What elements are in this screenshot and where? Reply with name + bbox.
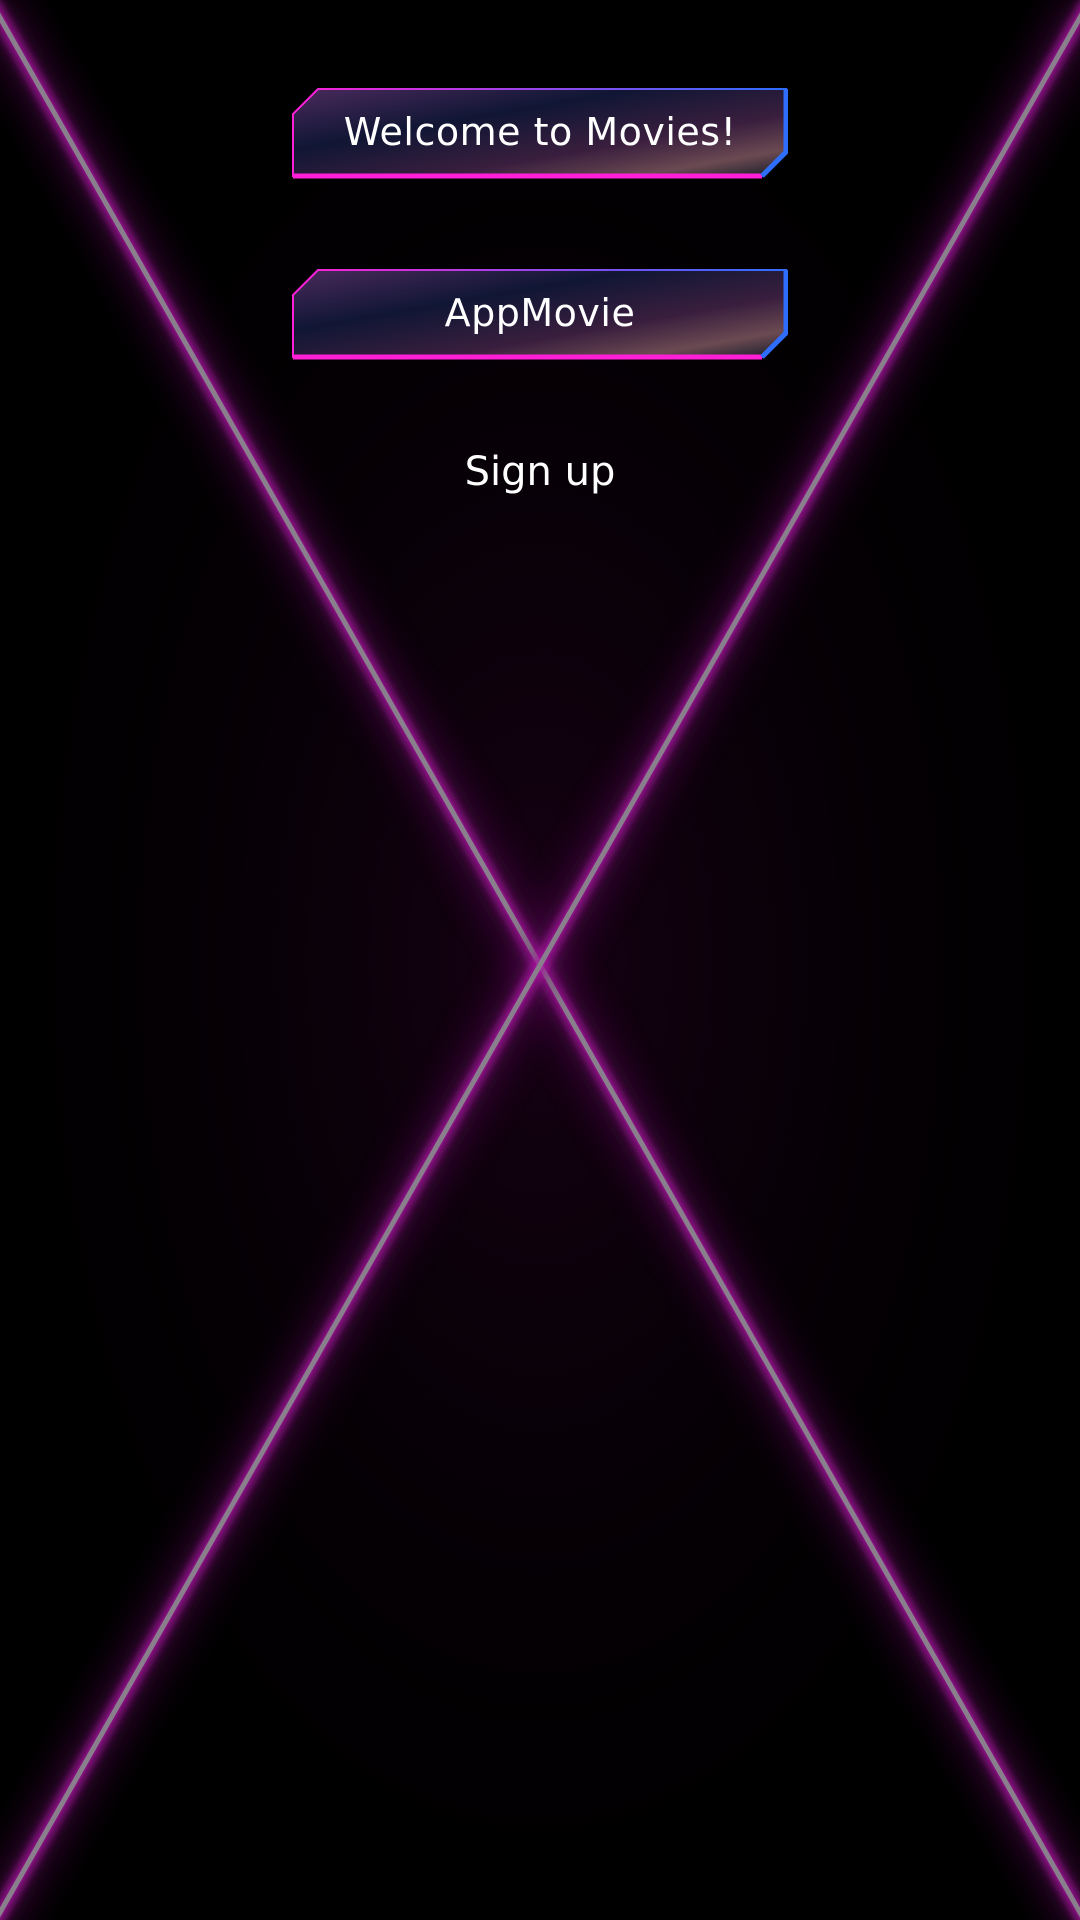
welcome-banner: Welcome to Movies! [292,88,788,180]
app-name-title: AppMovie [444,291,636,335]
app-screen: Welcome to Movies! AppMovie Sign up [0,0,1080,1920]
app-name-banner: AppMovie [292,269,788,361]
sign-up-button[interactable]: Sign up [390,440,690,504]
welcome-title: Welcome to Movies! [343,110,737,154]
